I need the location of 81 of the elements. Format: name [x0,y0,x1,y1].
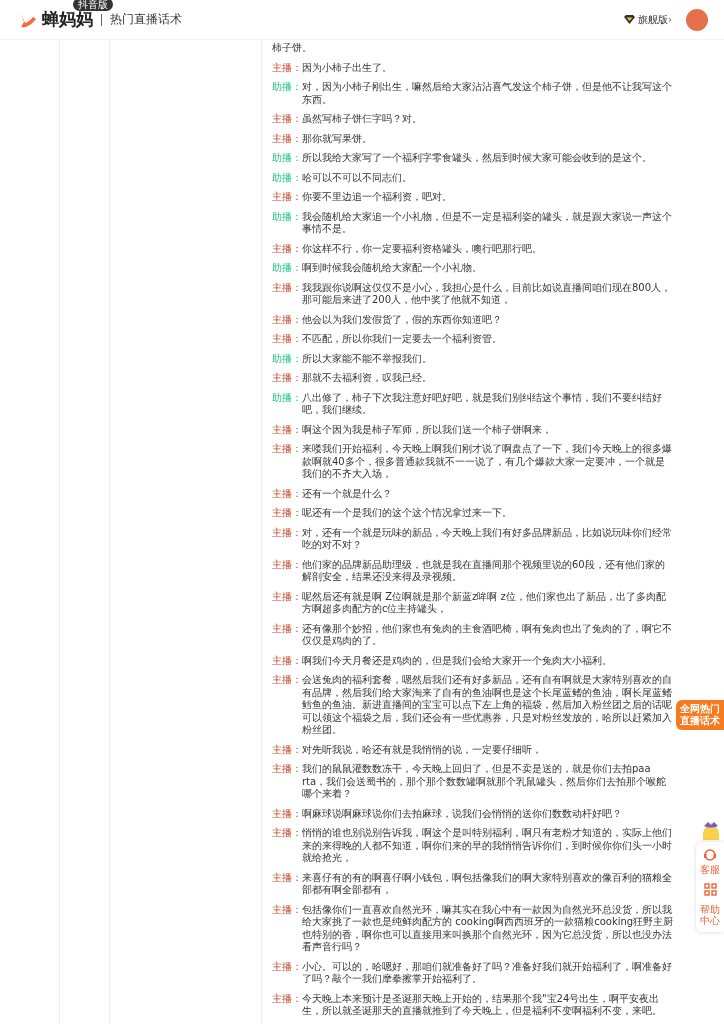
speaker-label: 助播： [272,171,302,184]
avatar[interactable] [686,8,708,31]
speaker-label: 主播： [272,113,302,126]
utterance-text: 啊我们今天月餐还是鸡肉的，但是我们会给大家开一个兔肉大小福利。 [302,654,613,667]
utterance-text: 哈可以不可以不同志们。 [302,171,413,184]
utterance-text: 对，还有一个就是玩味的新品，今天晚上我们有好多品牌新品，比如说玩味你们经常吃的对不对？ [302,526,673,552]
speaker-label: 助播： [272,152,302,165]
speaker-label: 主播： [272,61,302,74]
speaker-label: 主播： [272,763,302,776]
speaker-label: 主播： [272,313,302,326]
speaker-label: 主播： [272,674,302,687]
utterance-text: 他们家的品牌新品助理级，也就是我在直播间那个视频里说的60段，还有他们家的解剖安全，结果还没来得及录视频。 [302,558,666,584]
speaker-label: 主播： [272,191,302,204]
speaker-label: 主播： [272,281,302,295]
utterance-text: 还有像那个妙招，他们家也有兔肉的主食酒吧椅，啊有兔肉也出了兔肉的了，啊它不仅仅是鸡肉的了。 [302,622,673,648]
utterance-text: 他会以为我们发假货了，假的东西你知道吧？ [302,313,503,326]
speaker-label: 主播： [272,903,302,917]
utterance-text: 你要不里边追一个福利资，吧对。 [302,191,453,204]
utterance-text: 不匹配，所以你我们一定要去一个福利资管。 [302,333,503,346]
speaker-label: 主播： [272,743,302,756]
utterance-text: 那你就写果饼。 [302,132,373,145]
plan-label[interactable]: 旗舰版 [638,12,668,27]
speaker-label: 主播： [272,423,302,436]
utterance-text: 包括像你们一直喜欢自然光环，嘛其实在我心中有一款因为自然光环总没货，所以我给大家挑了一款也是纯鲜肉配方的 cooking啊西西班牙的一款猫粮cooking狂野主厨也特别的香，啊你也可以直接用来叫换那个自然光环，因为它总没货，所以也没办法看声音行吗？ [302,903,674,954]
utterance-text: 我我跟你说啊这仅仅不是小心，我担心是什么，目前比如说直播间咱们现在800人，那可能后来进了200人，他中奖了他就不知道， [302,281,673,307]
utterance-text: 所以我给大家写了一个福利字零食罐头，然后到时候大家可能会收到的是这个。 [302,152,653,165]
speaker-label: 主播： [272,827,302,840]
speaker-label: 主播： [272,807,302,820]
speaker-label: 助播： [272,352,302,365]
speaker-label: 助播： [272,210,302,224]
mascot-icon[interactable] [700,820,722,842]
speaker-label: 主播： [272,992,302,1006]
utterance-text: 啊这个因为我是柿子军师，所以我们送一个柿子饼啊来， [302,423,553,436]
utterance-text: 虽然写柿子饼仨字吗？对。 [302,113,423,126]
help-center-button[interactable]: 帮助中心 [699,904,721,926]
utterance-text: 柿子饼。 [272,42,313,55]
utterance-text: 小心。可以的，哈嗯好，那咱们就准备好了吗？准备好我们就开始福利了，啊准备好了吗？敲个一我们摩拳擦掌开始福利了。 [302,960,673,986]
chevron-icon[interactable]: › [668,14,672,25]
diamond-icon [624,15,635,24]
speaker-label: 主播： [272,487,302,500]
speaker-label: 主播： [272,526,302,540]
speaker-label: 助播： [272,391,302,405]
qr-code-icon[interactable] [703,883,717,896]
speaker-label: 助播： [272,262,302,275]
speaker-label: 主播： [272,590,302,604]
speaker-label: 主播： [272,242,302,255]
support-button[interactable]: 客服 [699,848,721,875]
speaker-label: 主播： [272,372,302,385]
utterance-text: 会送兔肉的福利套餐，嗯然后我们还有好多新品，还有自有啊就是大家特别喜欢的自有品牌，然后我们给大家淘来了自有的鱼油啊也是这个长尾蓝鳍的鱼油，啊长尾蓝鳍鳕鱼的鱼油。新进直播间的宝宝可以点下左上角的福袋，然后加入粉丝团之后的话呢可以领这个福袋之后，我们还会有一些优惠券，只是对粉丝发放的，哈所以赶紧加入粉丝团。 [302,674,673,737]
speaker-label: 主播： [272,960,302,974]
utterance-text: 今天晚上本来预计是圣诞那天晚上开始的，结果那个我"宝24号出生，啊平安夜出生，所以就圣诞那天的直播就推到了今天晚上，但是福利不变啊福利不变，来吧。 [302,992,663,1018]
speaker-label: 主播： [272,871,302,885]
utterance-text: 悄悄的谁也别说别告诉我，啊这个是叫特别福利，啊只有老粉才知道的，实际上他们来的来得晚的人都不知道，啊你们来的早的我悄悄告诉你们，到时候你你们头一小时就给抢光， [302,827,673,865]
edition-badge: 抖音版 [73,0,113,11]
utterance-text: 呢然后还有就是啊 Z位啊就是那个新蓝z哞啊 z位，他们家也出了新品，出了多肉配方啊超多肉配方的c位主持罐头， [302,590,667,616]
utterance-text: 呢还有一个是我们的这个这个情况拿过来一下。 [302,507,513,520]
page-title: 热门直播话术 [110,11,182,28]
speaker-label: 助播： [272,81,302,94]
utterance-text: 啊麻球说啊麻球说你们去拍麻球，说我们会悄悄的送你们数数动杆好吧？ [302,807,623,820]
utterance-text: 对先听我说，哈还有就是我悄悄的说，一定要仔细听， [302,743,543,756]
utterance-text: 来喜仔有的有的啊喜仔啊小钱包，啊包括像我们的啊大家特别喜欢的像百利的猫粮全部都有啊全部都有， [302,871,673,897]
utterance-text: 我们的鼠鼠灌数数冻干，今天晚上回归了，但是不卖是送的，就是你们去拍paa rta，我们会送蜀书的，那个那个数数罐啊就那个乳鼠罐头，然后你们去拍那个喉舵哪个来着？ [302,763,668,801]
utterance-text: 那就不去福利资，叹我已经。 [302,372,433,385]
utterance-text: 来喽我们开始福利，今天晚上啊我们刚才说了啊盘点了一下，我们今天晚上的很多爆款啊就40多个，很多普通款我就不一一说了，有几个爆款大家一定要冲，一个就是我们的不齐大入场， [302,443,673,481]
headset-icon [703,848,717,862]
utterance-text: 啊到时候我会随机给大家配一个小礼物。 [302,262,483,275]
utterance-text: 你这样不行，你一定要福利资格罐头，噢行吧那行吧。 [302,242,543,255]
utterance-text: 还有一个就是什么？ [302,487,393,500]
speaker-label: 主播： [272,558,302,572]
speaker-label: 主播： [272,622,302,636]
utterance-text: 因为小柿子出生了。 [302,61,393,74]
speaker-label: 主播： [272,654,302,667]
utterance-text: 我会随机给大家追一个小礼物，但是不一定是福利姿的罐头，就是跟大家说一声这个事情不是。 [302,210,673,236]
utterance-text: 八出修了，柿子下次我注意好吧好吧，就是我们别纠结这个事情，我们不要纠结好吧，我们继续。 [302,391,663,417]
speaker-label: 主播： [272,333,302,346]
utterance-text: 对，因为小柿子刚出生，嘛然后给大家沾沾喜气发这个柿子饼，但是他不让我写这个东西。 [302,81,673,106]
speaker-label: 主播： [272,132,302,145]
speaker-label: 主播： [272,507,302,520]
brand-name: 蝉妈妈 [42,9,93,31]
utterance-text: 所以大家能不能不举报我们。 [302,352,433,365]
speaker-label: 主播： [272,443,302,456]
